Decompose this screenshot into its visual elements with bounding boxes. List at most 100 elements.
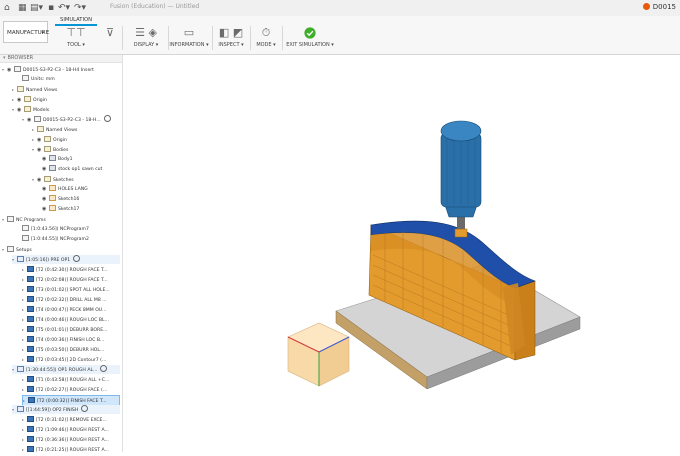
home-icon[interactable]: ⌂	[4, 2, 10, 14]
file-icon[interactable]: ▤▾	[30, 2, 43, 14]
operation-icon	[27, 296, 34, 302]
list-item[interactable]: ◉ Sketch17	[42, 205, 79, 214]
radio-icon[interactable]	[100, 365, 108, 372]
eye-icon[interactable]: ◉	[42, 195, 49, 204]
document-title: Fusion (Education) — Untitled	[110, 3, 200, 10]
list-item[interactable]: ◉ HOLES LANG	[42, 185, 88, 194]
folder-icon	[44, 136, 51, 142]
eye-icon[interactable]: ◉	[27, 116, 34, 125]
eye-icon[interactable]: ◉	[42, 205, 49, 214]
list-item[interactable]: ▾ ◉ D0015-S3-P2-C3 - 18-H4 Insert	[2, 65, 94, 74]
eye-icon[interactable]: ◉	[7, 66, 14, 75]
list-item[interactable]: ▾ ◉ Models	[12, 105, 49, 114]
nc-program-icon	[22, 225, 29, 231]
eye-icon[interactable]: ◉	[37, 146, 44, 155]
tool-group[interactable]: ⊤⊤ TOOL ▾	[55, 25, 97, 53]
browser-header[interactable]: ▾ BROWSER	[0, 55, 122, 63]
folder-icon	[37, 126, 44, 132]
operation-item[interactable]: ▸ [T4 (0:00:46)] ROUGH LOC BL...	[22, 315, 109, 324]
operation-item[interactable]: ▸ [T2 (0:02:27)] ROUGH FACE (...	[22, 385, 107, 394]
redo-icon[interactable]: ↷▾	[74, 2, 86, 14]
radio-icon[interactable]	[103, 115, 111, 122]
toolbar-divider	[250, 26, 251, 50]
list-item[interactable]: ▸ Named Views	[32, 125, 77, 134]
list-item[interactable]: [1:0:43.56]) NCProgram7	[22, 225, 89, 234]
setups-icon	[7, 246, 14, 252]
holder-icon: ⊤	[76, 26, 86, 39]
eye-icon[interactable]: ◉	[42, 155, 49, 164]
operation-icon	[27, 326, 34, 332]
user-badge[interactable]: D0015	[642, 3, 676, 11]
list-item[interactable]: ▸ Named Views	[12, 85, 57, 94]
browser-title: BROWSER	[7, 55, 34, 61]
operation-item[interactable]: ▸ [T4 (0:00:36)] FINISH LOC B...	[22, 335, 104, 344]
operation-item[interactable]: ▸ [T2 (0:31:02)] REMOVE EXCE...	[22, 415, 107, 424]
inspect-icon: ◧	[218, 26, 230, 39]
ribbon-toolbar: MANUFACTURE ▾ SIMULATION ⊤⊤ TOOL ▾ ⊽ ☰ ◈…	[0, 16, 680, 55]
operation-item[interactable]: ▸ [T2 (0:03:45)] 2D Contour7 (...	[22, 355, 106, 364]
eye-icon[interactable]: ◉	[37, 176, 44, 185]
eye-icon[interactable]: ◉	[37, 136, 44, 145]
radio-icon[interactable]	[81, 405, 89, 412]
nc-program-icon	[7, 216, 14, 222]
operation-icon	[28, 397, 35, 403]
3d-viewport[interactable]	[123, 55, 680, 452]
operation-item[interactable]: ▸ [T4 (0:00:47)] PECK 8MM OU...	[22, 305, 107, 314]
list-item[interactable]: ◉ Body1	[42, 155, 73, 164]
operation-item[interactable]: ▸ [T2 (0:02:32)] DRILL ALL M8 ...	[22, 295, 107, 304]
operation-item[interactable]: ▸ [T2 (0:42:30)] ROUGH FACE T...	[22, 265, 108, 274]
information-group-label: INFORMATION ▾	[169, 42, 209, 48]
setup-item[interactable]: ▾ [1:05:16]) PRE OP1	[12, 255, 120, 264]
tool-shape-button[interactable]: ⊽	[100, 25, 120, 53]
grid-icon[interactable]: ▦	[18, 2, 27, 14]
toolbar-divider	[122, 26, 123, 50]
list-item[interactable]: ▸ ◉ Origin	[12, 95, 47, 104]
simulation-canvas[interactable]	[123, 55, 680, 452]
browser-panel: ▾ BROWSER ▾ ◉ D0015-S3-P2-C3 - 18-H4 Insert…	[0, 55, 123, 454]
mode-group[interactable]: ⏱ MODE ▾	[252, 25, 280, 53]
information-group[interactable]: ▭ INFORMATION ▾	[168, 25, 210, 53]
operation-item[interactable]: ▸ [T2 (0:36:36)] ROUGH REST A...	[22, 435, 109, 444]
operation-item[interactable]: ▸ [T2 (0:02:08)] ROUGH FACE T...	[22, 275, 108, 284]
list-item[interactable]: [1:0:44.55]) NCProgram2	[22, 235, 89, 244]
operation-item[interactable]: ▸ [T5 (0:01:01)] DEBURR BORE...	[22, 325, 108, 334]
operation-item[interactable]: ▸ [T5 (0:03:50)] DEBURR HOL...	[22, 345, 104, 354]
setup-item[interactable]: ▾ [1:30:44:55]) OP1 ROUGH AL...	[12, 365, 120, 374]
undo-icon[interactable]: ↶▾	[58, 2, 70, 14]
save-icon[interactable]: ▪	[48, 2, 54, 14]
eye-icon[interactable]: ◉	[42, 165, 49, 174]
operation-item[interactable]: ▸ [T2 (0:21:25)] ROUGH REST A...	[22, 445, 109, 454]
list-item[interactable]: ▾ ◉ D0015-S3-P2-C3 - 18-H...	[22, 115, 111, 124]
eye-icon[interactable]: ◉	[17, 106, 24, 115]
mode-group-label: MODE ▾	[256, 42, 276, 48]
body-icon	[49, 165, 56, 171]
inspect-group-label: INSPECT ▾	[218, 42, 244, 48]
list-item[interactable]: Units: mm	[22, 75, 55, 84]
list-item[interactable]: ◉ stock op1 sawn cut	[42, 165, 102, 174]
workspace-switcher[interactable]: MANUFACTURE ▾	[3, 21, 49, 43]
operation-item[interactable]: ▸ [T1 (0:43:58)] ROUGH ALL +C...	[22, 375, 109, 384]
information-icon: ▭	[183, 26, 195, 39]
folder-icon	[44, 176, 51, 182]
list-item[interactable]: ▾ ◉ Sketches	[32, 175, 74, 184]
chevron-down-icon: ▾	[3, 55, 6, 61]
list-item[interactable]: ▾ Setups	[2, 245, 32, 254]
operation-icon	[27, 436, 34, 442]
eye-icon[interactable]: ◉	[42, 185, 49, 194]
list-item[interactable]: ▾ NC Programs	[2, 215, 46, 224]
inspect-group[interactable]: ◧ ◩ INSPECT ▾	[214, 25, 248, 53]
operation-item[interactable]: ▸ [T2 (1:09:46)] ROUGH REST A...	[22, 425, 109, 434]
operation-icon	[27, 336, 34, 342]
viewcube-icon[interactable]	[287, 322, 350, 387]
operation-icon	[27, 306, 34, 312]
list-item[interactable]: ▾ ◉ Bodies	[32, 145, 68, 154]
check-circle-icon	[304, 27, 316, 39]
list-item[interactable]: ▸ ◉ Origin	[32, 135, 67, 144]
setup-item[interactable]: ▾ [[1:44:59]) OP2 FINISH	[12, 405, 120, 414]
eye-icon[interactable]: ◉	[17, 96, 24, 105]
radio-icon[interactable]	[73, 255, 81, 262]
list-item[interactable]: ◉ Sketch16	[42, 195, 79, 204]
operation-item[interactable]: ▸ [T3 (0:01:02)] SPOT ALL HOLE...	[22, 285, 110, 294]
exit-simulation-button[interactable]: EXIT SIMULATION ▾	[284, 25, 336, 53]
display-group[interactable]: ☰ ◈ DISPLAY ▾	[126, 25, 166, 53]
